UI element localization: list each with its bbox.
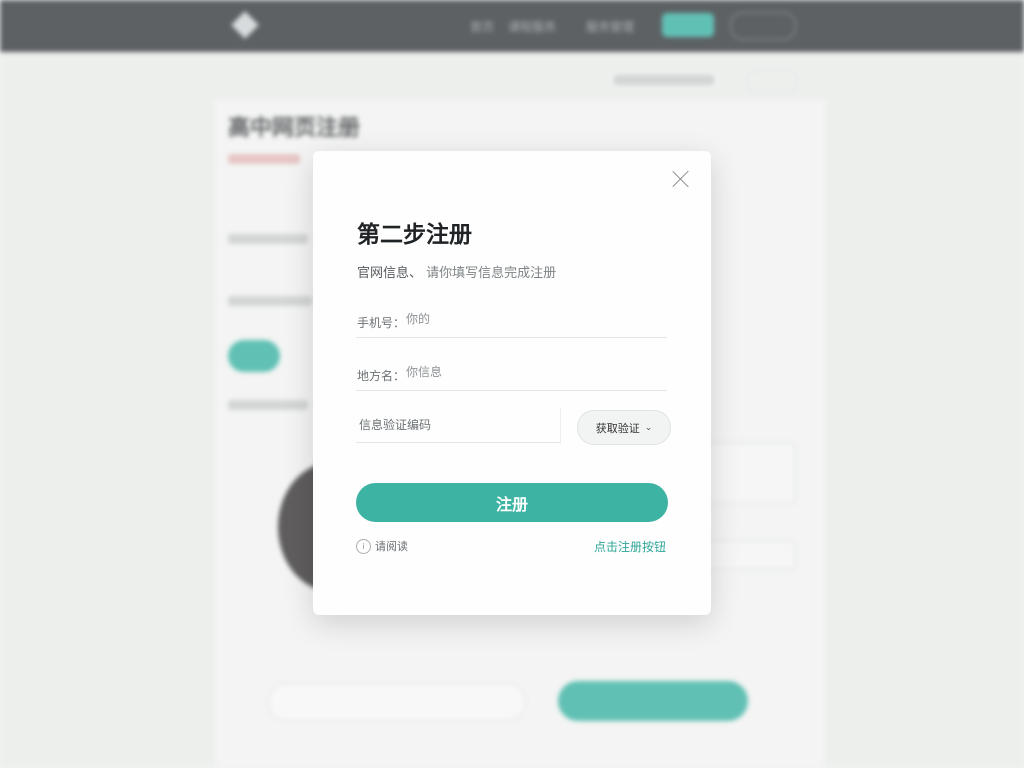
register-button-label: 注册 [495,494,528,514]
location-label: 地方名： [357,369,406,383]
modal-title: 第二步注册 [357,222,472,248]
get-code-button[interactable]: 获取验证 ⌄ [577,410,671,445]
phone-input[interactable] [404,311,648,327]
verification-code-field[interactable] [356,408,561,443]
register-button[interactable]: 注册 [356,483,668,522]
register-help-link[interactable]: 点击注册按钮 [594,538,666,555]
agreement-link[interactable]: i 请阅读 [356,538,408,554]
get-code-label: 获取验证 [595,421,640,435]
phone-label: 手机号： [357,316,406,330]
location-field[interactable]: 地方名： [356,358,667,391]
agreement-label: 请阅读 [375,540,408,553]
description-muted: 请你填写信息完成注册 [426,266,557,281]
location-input[interactable] [404,364,648,380]
verification-code-input[interactable] [357,417,557,433]
close-icon[interactable] [670,168,692,190]
info-icon: i [356,538,371,554]
modal-description: 官网信息、 请你填写信息完成注册 [357,262,556,281]
phone-field[interactable]: 手机号： [356,305,667,338]
description-main: 官网信息、 [357,266,423,281]
chevron-down-icon: ⌄ [644,422,653,433]
